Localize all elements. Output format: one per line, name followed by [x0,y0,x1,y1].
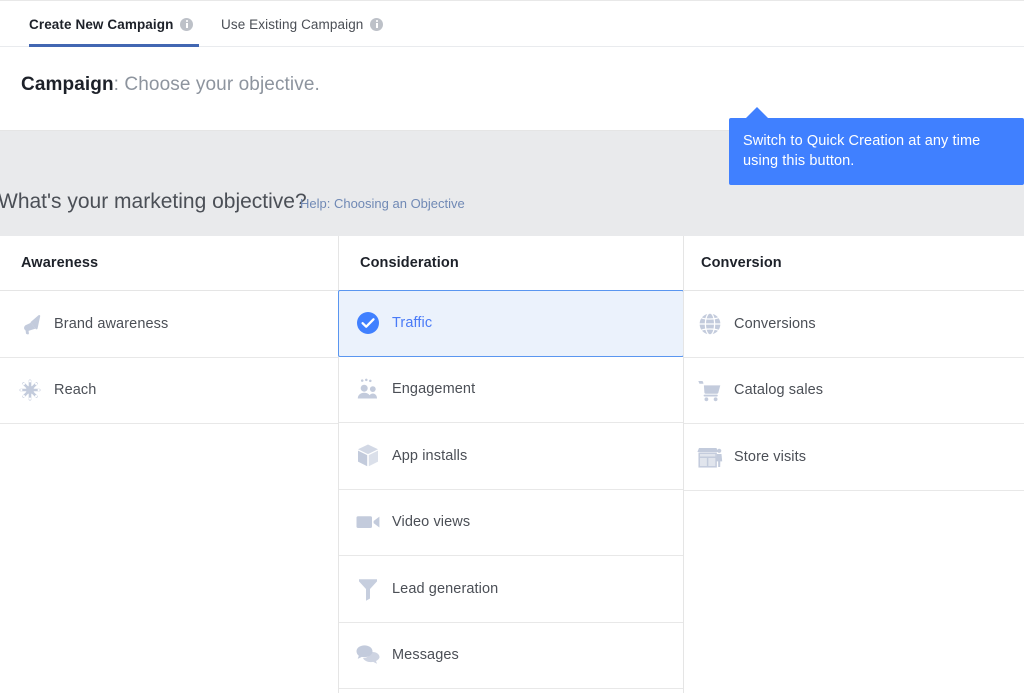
choosing-an-objective-help-link[interactable]: Help: Choosing an Objective [300,196,465,211]
objective-app-installs[interactable]: App installs [339,423,683,490]
objective-label: Engagement [392,381,476,398]
objective-lead-generation[interactable]: Lead generation [339,556,683,623]
storefront-icon [693,440,727,474]
objective-brand-awareness[interactable]: Brand awareness [0,291,338,358]
marketing-objective-question: What's your marketing objective? [0,190,307,213]
reach-burst-icon [13,373,47,407]
ads-campaign-objective-page: Create New Campaign Use Existing Campaig… [0,0,1024,693]
tab-create-new-campaign[interactable]: Create New Campaign [29,1,194,48]
people-icon [351,372,385,406]
quick-creation-tooltip: Switch to Quick Creation at any time usi… [729,107,1024,185]
page-title: Campaign: Choose your objective. [21,74,320,96]
objective-label: Reach [54,382,97,399]
objective-columns-grid: Awareness Brand awareness Reach Consider… [0,236,1024,693]
objective-label: Catalog sales [734,382,824,399]
column-header-awareness: Awareness [0,236,338,291]
objective-traffic[interactable]: Traffic [338,290,684,357]
tab-create-new-campaign-label: Create New Campaign [29,17,174,32]
objective-reach[interactable]: Reach [0,357,338,424]
objective-label: Video views [392,514,471,531]
column-consideration: Consideration Traffic Engagement App ins… [338,236,684,693]
objective-label: Messages [392,647,459,664]
objective-label: Brand awareness [54,315,169,332]
objective-video-views[interactable]: Video views [339,489,683,556]
info-icon[interactable] [370,18,384,31]
objective-label: Conversions [734,315,816,332]
tooltip-text: Switch to Quick Creation at any time usi… [743,133,981,169]
objective-label: Lead generation [392,580,499,597]
objective-messages[interactable]: Messages [339,622,683,689]
objective-catalog-sales[interactable]: Catalog sales [684,357,1024,424]
objective-label: Traffic [392,315,433,332]
shopping-cart-icon [693,373,727,407]
tab-use-existing-campaign[interactable]: Use Existing Campaign [221,1,384,48]
objective-engagement[interactable]: Engagement [339,356,683,423]
objective-label: App installs [392,447,468,464]
column-conversion: Conversion Conversions Catalog sales Sto… [683,236,1024,693]
tooltip-arrow-icon [746,107,768,118]
objective-label: Store visits [734,448,807,465]
funnel-icon [351,572,385,606]
globe-icon [693,307,727,341]
megaphone-icon [13,307,47,341]
campaign-mode-tabbar: Create New Campaign Use Existing Campaig… [0,0,1024,48]
column-awareness: Awareness Brand awareness Reach [0,236,338,693]
page-title-bold: Campaign [21,74,114,95]
page-title-rest: : Choose your objective. [113,74,320,95]
column-header-conversion: Conversion [684,236,1024,291]
speech-bubbles-icon [351,638,385,672]
objective-conversions[interactable]: Conversions [684,291,1024,358]
cube-icon [351,439,385,473]
info-icon[interactable] [180,18,194,31]
objective-store-visits[interactable]: Store visits [684,424,1024,491]
check-circle-icon [351,306,385,340]
tab-use-existing-campaign-label: Use Existing Campaign [221,17,364,32]
video-camera-icon [351,505,385,539]
column-header-consideration: Consideration [339,236,683,291]
